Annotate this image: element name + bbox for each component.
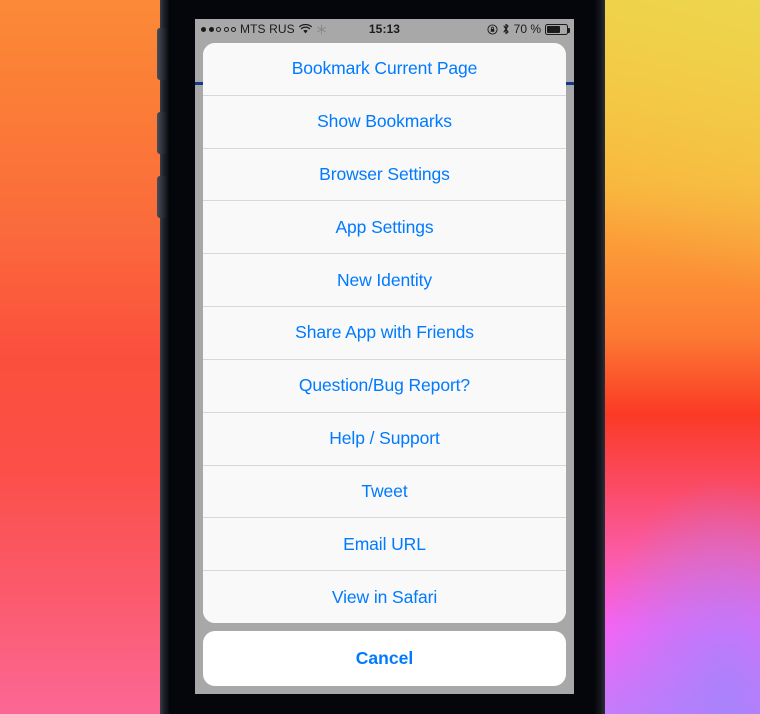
action-item-label: Email URL	[343, 533, 426, 554]
action-item-label: Browser Settings	[319, 164, 450, 185]
action-item-app-settings[interactable]: App Settings	[203, 201, 566, 255]
status-bar-right: 70 %	[385, 22, 570, 36]
action-item-share-app-with-friends[interactable]: Share App with Friends	[203, 307, 566, 360]
screenshot-stage: MTS RUS 15:13 70 % Bookmark Current Page…	[0, 0, 760, 714]
action-sheet: Bookmark Current Page Show Bookmarks Bro…	[203, 43, 566, 686]
action-item-question-bug-report[interactable]: Question/Bug Report?	[203, 359, 566, 413]
action-item-label: Help / Support	[329, 428, 440, 449]
phone-screen: MTS RUS 15:13 70 % Bookmark Current Page…	[195, 19, 574, 694]
rotation-lock-icon	[487, 23, 498, 35]
action-item-new-identity[interactable]: New Identity	[203, 254, 566, 308]
action-item-browser-settings[interactable]: Browser Settings	[203, 148, 566, 202]
volume-up-button[interactable]	[157, 112, 167, 154]
background-gradient-right	[590, 0, 760, 714]
phone-device: MTS RUS 15:13 70 % Bookmark Current Page…	[157, 0, 605, 714]
action-item-label: New Identity	[336, 269, 433, 290]
phone-right-edge	[595, 0, 605, 714]
battery-icon	[545, 23, 570, 35]
action-item-label: Share App with Friends	[295, 322, 474, 343]
status-bar: MTS RUS 15:13 70 %	[195, 19, 574, 39]
action-item-label: View in Safari	[331, 586, 438, 607]
action-item-bookmark-current-page[interactable]: Bookmark Current Page	[203, 43, 566, 96]
action-item-tweet[interactable]: Tweet	[203, 465, 566, 519]
action-item-label: App Settings	[335, 216, 434, 237]
action-item-show-bookmarks[interactable]: Show Bookmarks	[203, 95, 566, 149]
background-glow	[590, 474, 760, 714]
phone-left-edge	[160, 0, 169, 714]
cancel-button-label: Cancel	[355, 648, 414, 668]
volume-down-button[interactable]	[157, 176, 167, 218]
battery-percent-label: 70 %	[513, 22, 541, 36]
bluetooth-icon	[502, 23, 510, 35]
cancel-button[interactable]: Cancel	[203, 631, 566, 686]
action-item-email-url[interactable]: Email URL	[203, 518, 566, 572]
action-sheet-list: Bookmark Current Page Show Bookmarks Bro…	[203, 43, 566, 623]
action-item-label: Bookmark Current Page	[291, 58, 478, 79]
mute-switch[interactable]	[157, 28, 167, 80]
action-item-view-in-safari[interactable]: View in Safari	[203, 571, 566, 623]
action-item-help-support[interactable]: Help / Support	[203, 412, 566, 466]
action-item-label: Tweet	[361, 480, 408, 501]
action-item-label: Show Bookmarks	[317, 111, 452, 132]
action-item-label: Question/Bug Report?	[298, 375, 471, 396]
